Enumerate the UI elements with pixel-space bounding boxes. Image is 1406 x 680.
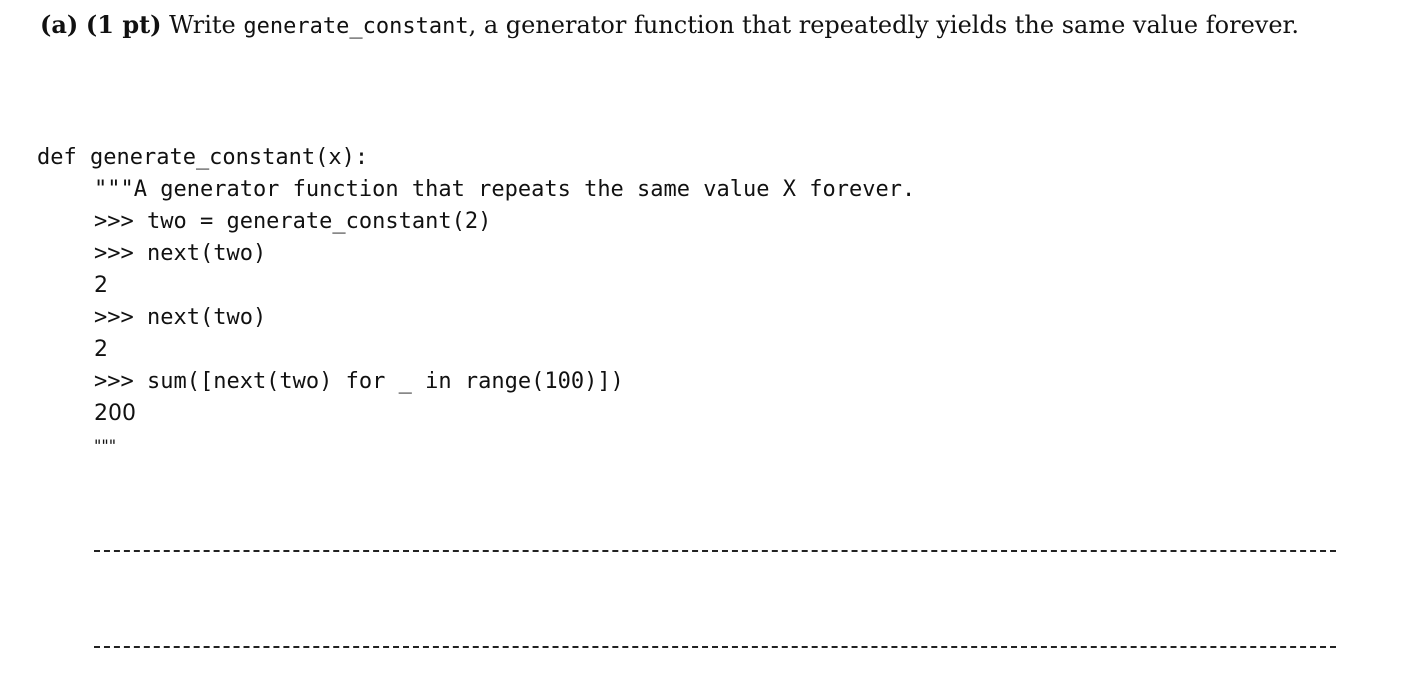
doctest-output: 200: [94, 401, 136, 426]
answer-blank-line[interactable]: [94, 550, 1336, 552]
docstring-open: """A generator function that repeats the…: [94, 177, 916, 202]
question-text-after: , a generator function that repeatedly y…: [468, 11, 1299, 39]
question-points: (1 pt): [85, 10, 162, 39]
doctest-line: >>> next(two): [94, 305, 267, 330]
doctest-output: 2: [94, 273, 108, 298]
question-function-name: generate_constant: [243, 14, 469, 39]
doctest-line: >>> sum([next(two) for _ in range(100)]): [94, 369, 624, 394]
answer-blank-line[interactable]: [94, 646, 1336, 648]
function-signature: def generate_constant(x):: [37, 145, 369, 170]
question-prompt: (a) (1 pt) Write generate_constant, a ge…: [40, 10, 1299, 39]
question-text-before: Write: [161, 11, 244, 39]
doctest-output: 2: [94, 337, 108, 362]
docstring-close: """: [94, 436, 117, 455]
doctest-line: >>> two = generate_constant(2): [94, 209, 492, 234]
doctest-line: >>> next(two): [94, 241, 267, 266]
code-skeleton: def generate_constant(x): """A generator…: [37, 142, 915, 462]
question-part-label: (a): [40, 10, 79, 39]
